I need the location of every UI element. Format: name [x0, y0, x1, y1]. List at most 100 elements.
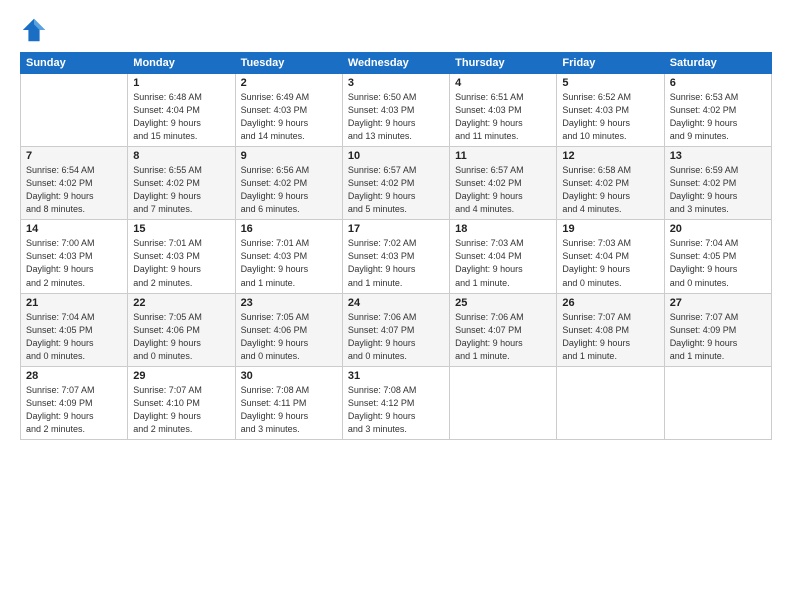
day-info: Sunrise: 7:03 AM Sunset: 4:04 PM Dayligh…: [562, 237, 658, 289]
day-cell: 26 Sunrise: 7:07 AM Sunset: 4:08 PM Dayli…: [557, 293, 664, 366]
day-cell: 24 Sunrise: 7:06 AM Sunset: 4:07 PM Dayli…: [342, 293, 449, 366]
week-row-2: 7 Sunrise: 6:54 AM Sunset: 4:02 PM Daylig…: [21, 147, 772, 220]
day-number: 13: [670, 150, 766, 162]
day-cell: 16Sunrise: 7:01 AM Sunset: 4:03 PM Dayli…: [235, 220, 342, 293]
day-number: 3: [348, 77, 444, 89]
day-cell: [450, 366, 557, 439]
day-cell: 25Sunrise: 7:06 AM Sunset: 4:07 PM Dayli…: [450, 293, 557, 366]
day-cell: 10 Sunrise: 6:57 AM Sunset: 4:02 PM Dayli…: [342, 147, 449, 220]
day-cell: 27 Sunrise: 7:07 AM Sunset: 4:09 PM Dayli…: [664, 293, 771, 366]
day-info: Sunrise: 6:49 AM Sunset: 4:03 PM Dayligh…: [241, 91, 337, 143]
day-cell: 4 Sunrise: 6:51 AM Sunset: 4:03 PM Daylig…: [450, 74, 557, 147]
day-number: 23: [241, 297, 337, 309]
day-info: Sunrise: 7:07 AM Sunset: 4:09 PM Dayligh…: [26, 384, 122, 436]
day-info: Sunrise: 7:07 AM Sunset: 4:08 PM Dayligh…: [562, 311, 658, 363]
day-cell: 22 Sunrise: 7:05 AM Sunset: 4:06 PM Dayli…: [128, 293, 235, 366]
day-cell: 2 Sunrise: 6:49 AM Sunset: 4:03 PM Daylig…: [235, 74, 342, 147]
day-number: 18: [455, 223, 551, 235]
day-cell: 6 Sunrise: 6:53 AM Sunset: 4:02 PM Daylig…: [664, 74, 771, 147]
weekday-header-monday: Monday: [128, 53, 235, 74]
weekday-header-tuesday: Tuesday: [235, 53, 342, 74]
day-number: 29: [133, 370, 229, 382]
day-info: Sunrise: 7:05 AM Sunset: 4:06 PM Dayligh…: [133, 311, 229, 363]
day-number: 9: [241, 150, 337, 162]
day-number: 24: [348, 297, 444, 309]
weekday-header-wednesday: Wednesday: [342, 53, 449, 74]
day-cell: 1 Sunrise: 6:48 AM Sunset: 4:04 PM Daylig…: [128, 74, 235, 147]
week-row-3: 14 Sunrise: 7:00 AM Sunset: 4:03 PM Dayli…: [21, 220, 772, 293]
day-number: 17: [348, 223, 444, 235]
day-number: 28: [26, 370, 122, 382]
day-info: Sunrise: 7:07 AM Sunset: 4:10 PM Dayligh…: [133, 384, 229, 436]
day-cell: 30 Sunrise: 7:08 AM Sunset: 4:11 PM Dayli…: [235, 366, 342, 439]
day-info: Sunrise: 6:50 AM Sunset: 4:03 PM Dayligh…: [348, 91, 444, 143]
weekday-header-row: SundayMondayTuesdayWednesdayThursdayFrid…: [21, 53, 772, 74]
day-number: 6: [670, 77, 766, 89]
day-info: Sunrise: 7:01 AM Sunset: 4:03 PM Dayligh…: [133, 237, 229, 289]
day-cell: 29 Sunrise: 7:07 AM Sunset: 4:10 PM Dayli…: [128, 366, 235, 439]
day-info: Sunrise: 7:04 AM Sunset: 4:05 PM Dayligh…: [26, 311, 122, 363]
day-info: Sunrise: 6:48 AM Sunset: 4:04 PM Dayligh…: [133, 91, 229, 143]
day-info: Sunrise: 7:05 AM Sunset: 4:06 PM Dayligh…: [241, 311, 337, 363]
day-number: 19: [562, 223, 658, 235]
day-number: 21: [26, 297, 122, 309]
day-number: 10: [348, 150, 444, 162]
day-info: Sunrise: 6:52 AM Sunset: 4:03 PM Dayligh…: [562, 91, 658, 143]
day-number: 27: [670, 297, 766, 309]
day-cell: 15 Sunrise: 7:01 AM Sunset: 4:03 PM Dayli…: [128, 220, 235, 293]
day-info: Sunrise: 6:59 AM Sunset: 4:02 PM Dayligh…: [670, 164, 766, 216]
day-info: Sunrise: 7:02 AM Sunset: 4:03 PM Dayligh…: [348, 237, 444, 289]
day-number: 8: [133, 150, 229, 162]
day-cell: 11 Sunrise: 6:57 AM Sunset: 4:02 PM Dayli…: [450, 147, 557, 220]
day-cell: 17 Sunrise: 7:02 AM Sunset: 4:03 PM Dayli…: [342, 220, 449, 293]
weekday-header-thursday: Thursday: [450, 53, 557, 74]
day-info: Sunrise: 7:06 AM Sunset: 4:07 PM Dayligh…: [348, 311, 444, 363]
day-number: 14: [26, 223, 122, 235]
day-cell: 14 Sunrise: 7:00 AM Sunset: 4:03 PM Dayli…: [21, 220, 128, 293]
day-cell: 31 Sunrise: 7:08 AM Sunset: 4:12 PM Dayli…: [342, 366, 449, 439]
day-number: 15: [133, 223, 229, 235]
day-number: 1: [133, 77, 229, 89]
day-info: Sunrise: 6:51 AM Sunset: 4:03 PM Dayligh…: [455, 91, 551, 143]
day-number: 22: [133, 297, 229, 309]
day-number: 26: [562, 297, 658, 309]
day-info: Sunrise: 6:57 AM Sunset: 4:02 PM Dayligh…: [348, 164, 444, 216]
day-info: Sunrise: 7:07 AM Sunset: 4:09 PM Dayligh…: [670, 311, 766, 363]
day-number: 16: [241, 223, 337, 235]
day-number: 12: [562, 150, 658, 162]
day-info: Sunrise: 6:55 AM Sunset: 4:02 PM Dayligh…: [133, 164, 229, 216]
day-number: 2: [241, 77, 337, 89]
calendar: SundayMondayTuesdayWednesdayThursdayFrid…: [20, 52, 772, 440]
day-number: 7: [26, 150, 122, 162]
day-number: 31: [348, 370, 444, 382]
week-row-1: 1 Sunrise: 6:48 AM Sunset: 4:04 PM Daylig…: [21, 74, 772, 147]
day-cell: [21, 74, 128, 147]
week-row-4: 21 Sunrise: 7:04 AM Sunset: 4:05 PM Dayli…: [21, 293, 772, 366]
header: [20, 16, 772, 44]
day-cell: 13 Sunrise: 6:59 AM Sunset: 4:02 PM Dayli…: [664, 147, 771, 220]
day-info: Sunrise: 6:56 AM Sunset: 4:02 PM Dayligh…: [241, 164, 337, 216]
day-number: 30: [241, 370, 337, 382]
day-cell: 12 Sunrise: 6:58 AM Sunset: 4:02 PM Dayli…: [557, 147, 664, 220]
day-number: 25: [455, 297, 551, 309]
day-cell: 8 Sunrise: 6:55 AM Sunset: 4:02 PM Daylig…: [128, 147, 235, 220]
day-cell: 23 Sunrise: 7:05 AM Sunset: 4:06 PM Dayli…: [235, 293, 342, 366]
day-number: 4: [455, 77, 551, 89]
day-info: Sunrise: 6:54 AM Sunset: 4:02 PM Dayligh…: [26, 164, 122, 216]
day-number: 11: [455, 150, 551, 162]
week-row-5: 28 Sunrise: 7:07 AM Sunset: 4:09 PM Dayli…: [21, 366, 772, 439]
day-cell: 18Sunrise: 7:03 AM Sunset: 4:04 PM Dayli…: [450, 220, 557, 293]
day-info: Sunrise: 6:57 AM Sunset: 4:02 PM Dayligh…: [455, 164, 551, 216]
weekday-header-sunday: Sunday: [21, 53, 128, 74]
day-cell: 7 Sunrise: 6:54 AM Sunset: 4:02 PM Daylig…: [21, 147, 128, 220]
day-cell: [664, 366, 771, 439]
day-info: Sunrise: 6:53 AM Sunset: 4:02 PM Dayligh…: [670, 91, 766, 143]
day-number: 20: [670, 223, 766, 235]
day-info: Sunrise: 7:00 AM Sunset: 4:03 PM Dayligh…: [26, 237, 122, 289]
day-info: Sunrise: 6:58 AM Sunset: 4:02 PM Dayligh…: [562, 164, 658, 216]
day-info: Sunrise: 7:08 AM Sunset: 4:12 PM Dayligh…: [348, 384, 444, 436]
day-cell: 3 Sunrise: 6:50 AM Sunset: 4:03 PM Daylig…: [342, 74, 449, 147]
day-info: Sunrise: 7:08 AM Sunset: 4:11 PM Dayligh…: [241, 384, 337, 436]
weekday-header-friday: Friday: [557, 53, 664, 74]
day-cell: 28 Sunrise: 7:07 AM Sunset: 4:09 PM Dayli…: [21, 366, 128, 439]
